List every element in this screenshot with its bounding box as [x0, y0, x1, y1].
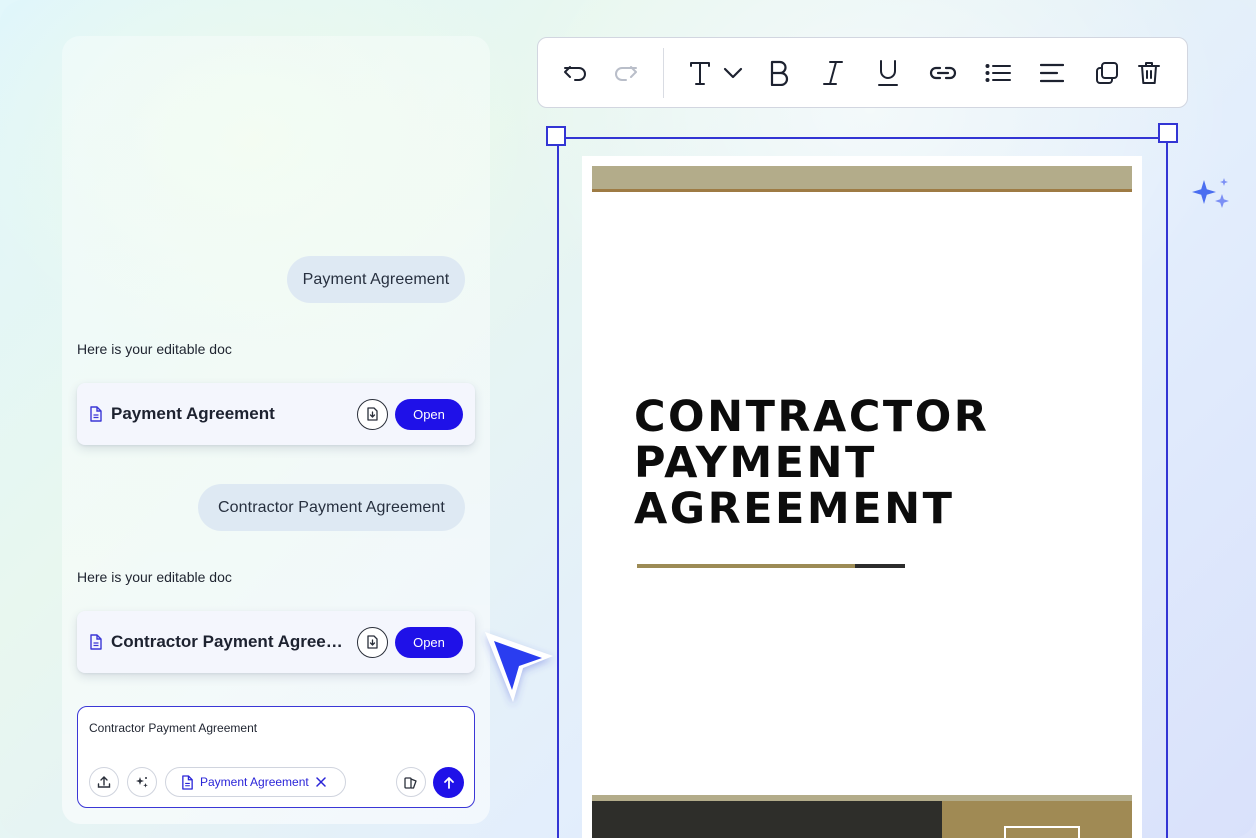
doc-card-title: Payment Agreement [111, 404, 275, 423]
document-icon [89, 406, 103, 422]
message-input-text[interactable]: Contractor Payment Agreement [89, 721, 257, 735]
redo-icon[interactable] [611, 58, 639, 88]
heading-rule-gold [637, 564, 855, 568]
attachment-chip-label: Payment Agreement [200, 775, 309, 789]
underline-icon[interactable] [876, 58, 900, 88]
toolbar-divider [663, 48, 664, 98]
template-icon [404, 777, 417, 789]
bullet-list-icon[interactable] [984, 58, 1012, 88]
download-button[interactable] [357, 398, 388, 430]
ai-enhance-button[interactable] [127, 767, 157, 797]
duplicate-icon[interactable] [1095, 58, 1119, 88]
delete-icon[interactable] [1137, 58, 1161, 88]
download-icon [366, 635, 378, 649]
open-button[interactable]: Open [395, 398, 463, 430]
document-header-band [592, 166, 1132, 192]
user-message-text: Payment Agreement [302, 270, 450, 288]
remove-attachment-button[interactable] [315, 777, 326, 787]
download-icon [366, 407, 378, 421]
chevron-down-icon[interactable] [722, 58, 744, 88]
bold-icon[interactable] [767, 58, 791, 88]
doc-card[interactable]: Payment Agreement Open [77, 383, 475, 445]
attachment-chip[interactable]: Payment Agreement [165, 767, 346, 797]
close-icon [315, 777, 326, 787]
italic-icon[interactable] [821, 58, 845, 88]
document-heading[interactable]: CONTRACTOR PAYMENT AGREEMENT [634, 394, 1094, 532]
heading-rule-dark [855, 564, 905, 568]
doc-card-title: Contractor Payment Agreement [111, 632, 347, 651]
upload-button[interactable] [89, 767, 119, 797]
resize-handle-top-right[interactable] [1158, 123, 1178, 143]
arrow-up-icon [443, 776, 454, 789]
user-message-bubble: Contractor Payment Agreement [198, 484, 465, 531]
assistant-message-text: Here is your editable doc [77, 341, 232, 357]
user-message-text: Contractor Payment Agreement [218, 498, 445, 516]
document-footer-dark-block [592, 801, 942, 838]
document-icon [89, 634, 103, 650]
document-icon [182, 774, 193, 790]
text-style-icon[interactable] [688, 58, 712, 88]
message-input[interactable]: Contractor Payment Agreement Payment Agr… [77, 706, 475, 808]
resize-handle-top-left[interactable] [546, 126, 566, 146]
assistant-message-text: Here is your editable doc [77, 569, 232, 585]
document-footer-frame [1004, 826, 1080, 838]
formatting-toolbar [537, 37, 1188, 108]
doc-card[interactable]: Contractor Payment Agreement Open [77, 611, 475, 673]
app-frame: Payment Agreement Here is your editable … [0, 0, 1256, 838]
link-icon[interactable] [929, 58, 957, 88]
pointer-cursor-icon [485, 632, 553, 702]
template-button[interactable] [396, 767, 426, 797]
align-left-icon[interactable] [1039, 58, 1065, 88]
user-message-bubble: Payment Agreement [287, 256, 465, 303]
download-button[interactable] [357, 626, 388, 658]
send-button[interactable] [433, 767, 464, 798]
undo-icon[interactable] [562, 58, 590, 88]
upload-icon [97, 776, 111, 788]
sparkle-icon [1192, 178, 1229, 208]
sparkle-icon [136, 777, 148, 788]
open-button[interactable]: Open [395, 626, 463, 658]
